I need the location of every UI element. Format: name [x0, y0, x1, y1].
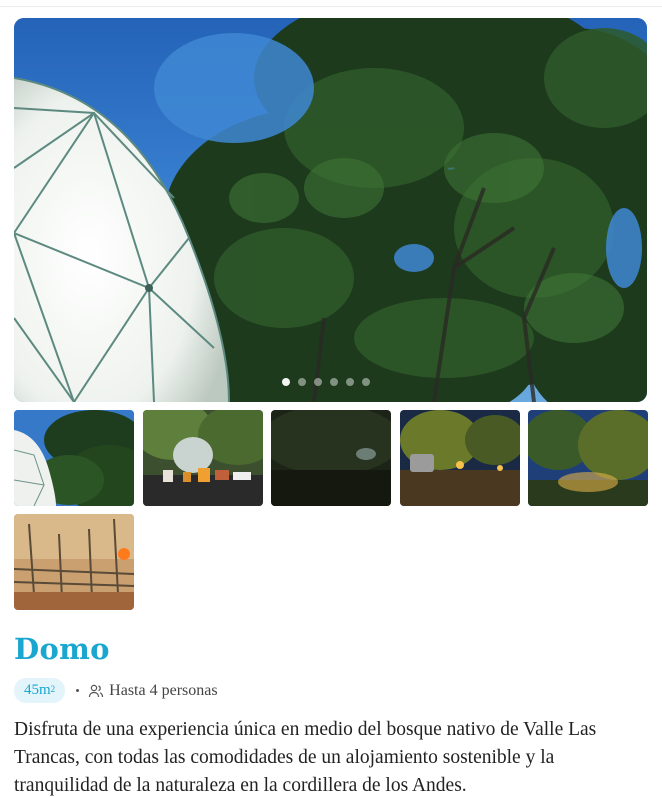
thumbnail-image [14, 410, 134, 506]
size-superscript: 2 [50, 684, 56, 694]
meta-separator [76, 689, 80, 692]
carousel-pagination [14, 378, 647, 386]
carousel-dot-3[interactable] [313, 378, 322, 386]
listing-page: Domo 45m2 Hasta 4 personas Disfruta de u… [0, 0, 662, 798]
listing-title: Domo [14, 632, 110, 666]
thumbnail-image [271, 410, 391, 506]
top-divider [0, 6, 662, 7]
thumbnail-6[interactable] [14, 514, 134, 610]
thumbnail-image [528, 410, 648, 506]
thumbnail-grid [14, 410, 648, 610]
listing-description: Disfruta de una experiencia única en med… [14, 719, 597, 796]
users-icon [89, 684, 104, 697]
thumbnail-image [142, 410, 263, 506]
carousel-dot-6[interactable] [361, 378, 370, 386]
carousel-dot-5[interactable] [345, 378, 354, 386]
thumbnail-4[interactable] [399, 410, 520, 506]
thumbnail-5[interactable] [528, 410, 648, 506]
size-badge: 45m2 [14, 678, 66, 703]
carousel-dot-2[interactable] [297, 378, 306, 386]
carousel-dot-1[interactable] [281, 378, 290, 386]
thumbnail-image [399, 410, 520, 506]
thumbnail-2[interactable] [142, 410, 263, 506]
thumbnail-image [14, 514, 134, 610]
photo-carousel[interactable] [14, 18, 647, 402]
size-value: 45m [24, 682, 51, 698]
thumbnail-3[interactable] [271, 410, 391, 506]
thumbnail-1[interactable] [14, 410, 134, 506]
carousel-dot-4[interactable] [329, 378, 338, 386]
capacity-text: Hasta 4 personas [109, 681, 218, 699]
hero-photo [14, 18, 647, 402]
listing-meta: 45m2 Hasta 4 personas [14, 678, 218, 703]
